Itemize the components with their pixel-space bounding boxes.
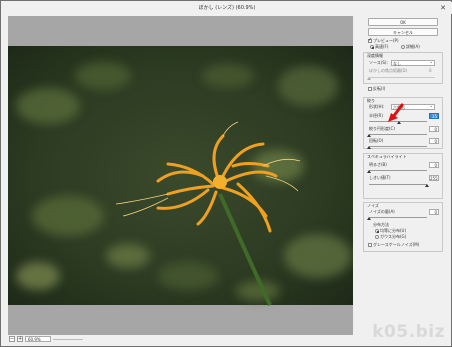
- noise-slider[interactable]: [369, 217, 427, 218]
- curvature-slider-thumb[interactable]: [367, 134, 371, 137]
- source-value: なし: [393, 61, 401, 66]
- gaussian-option[interactable]: ガウス分布(G): [375, 234, 406, 240]
- curvature-input[interactable]: 0: [429, 126, 439, 132]
- radio-icon[interactable]: [401, 45, 405, 49]
- threshold-label: しきい値(T): [369, 175, 391, 180]
- zoom-in-button[interactable]: +: [17, 336, 23, 342]
- preview-photo: [8, 46, 353, 306]
- ok-button[interactable]: OK: [368, 18, 438, 26]
- monochromatic-label: グレースケールノイズ(M): [373, 242, 420, 247]
- noise-slider-thumb[interactable]: [367, 217, 371, 220]
- threshold-input[interactable]: 255: [429, 175, 439, 181]
- accurate-label: 詳細(A): [406, 44, 420, 49]
- close-icon[interactable]: ✕: [438, 2, 448, 14]
- title-bar: ぼかし (レンズ) (60.9%) ✕: [2, 2, 452, 14]
- radio-icon[interactable]: [375, 235, 379, 239]
- blur-focal-label: ぼかしの焦点距離(D): [369, 68, 408, 73]
- source-select[interactable]: なし: [391, 59, 435, 66]
- curvature-label: 絞り円形度(C): [369, 126, 395, 131]
- checkbox-icon[interactable]: [368, 87, 372, 91]
- invert-label: 反転(I): [373, 86, 386, 91]
- gaussian-label: ガウス分布(G): [380, 234, 407, 239]
- monochromatic-option[interactable]: グレースケールノイズ(M): [368, 242, 419, 248]
- checkbox-icon[interactable]: [368, 37, 372, 43]
- status-divider: [53, 339, 83, 340]
- brightness-label: 明るさ(B): [369, 162, 387, 167]
- window-title: ぼかし (レンズ) (60.9%): [198, 5, 256, 11]
- lens-blur-dialog: ぼかし (レンズ) (60.9%) ✕ − + 60.9% OK キャンセル ✓…: [0, 0, 452, 347]
- brightness-slider[interactable]: [369, 170, 427, 171]
- curvature-slider[interactable]: [369, 134, 427, 135]
- flower-center: [213, 175, 227, 189]
- threshold-slider[interactable]: [369, 184, 427, 185]
- rotation-slider[interactable]: [369, 146, 427, 147]
- red-arrow-icon: [388, 103, 404, 122]
- rotation-input[interactable]: 0: [429, 138, 439, 144]
- rotation-label: 回転(O): [369, 138, 384, 143]
- checkbox-icon[interactable]: [368, 243, 372, 247]
- status-bar: − + 60.9%: [8, 335, 353, 343]
- zoom-level[interactable]: 60.9%: [25, 336, 51, 342]
- rotation-slider-thumb[interactable]: [367, 146, 371, 149]
- radius-input[interactable]: 15: [429, 113, 439, 119]
- specular-title: スペキュラハイライト: [367, 154, 407, 159]
- cancel-button[interactable]: キャンセル: [368, 28, 438, 36]
- preview-canvas[interactable]: [8, 16, 353, 335]
- settings-panel: OK キャンセル プレビュー(P) 高速(F) 詳細(A) 深度情報 ソース(S…: [361, 15, 445, 345]
- faster-option[interactable]: 高速(F): [370, 44, 388, 50]
- blur-focal-slider[interactable]: [369, 77, 435, 78]
- shape-label: 形状(H):: [369, 104, 385, 109]
- accurate-option[interactable]: 詳細(A): [401, 44, 420, 50]
- source-label: ソース(S):: [369, 60, 388, 65]
- watermark: k05.biz: [372, 322, 445, 342]
- brightness-input[interactable]: 0: [429, 162, 439, 168]
- faster-label: 高速(F): [375, 44, 389, 49]
- blur-focal-value: 0: [429, 68, 432, 73]
- invert-option[interactable]: 反転(I): [368, 86, 385, 92]
- noise-amount-input[interactable]: 0: [429, 209, 439, 215]
- radio-icon[interactable]: [370, 45, 374, 49]
- preview-label: プレビュー(P): [373, 38, 399, 43]
- radius-label: 半径(R): [369, 113, 383, 118]
- zoom-out-button[interactable]: −: [9, 336, 15, 342]
- noise-amount-label: ノイズの量(A): [369, 209, 395, 214]
- threshold-slider-thumb[interactable]: [425, 184, 429, 187]
- brightness-slider-thumb[interactable]: [367, 170, 371, 173]
- uniform-label: 均等に分布(U): [380, 228, 407, 233]
- blur-focal-thumb[interactable]: [367, 77, 371, 80]
- radio-icon[interactable]: [375, 229, 379, 233]
- depth-map-title: 深度情報: [367, 53, 383, 58]
